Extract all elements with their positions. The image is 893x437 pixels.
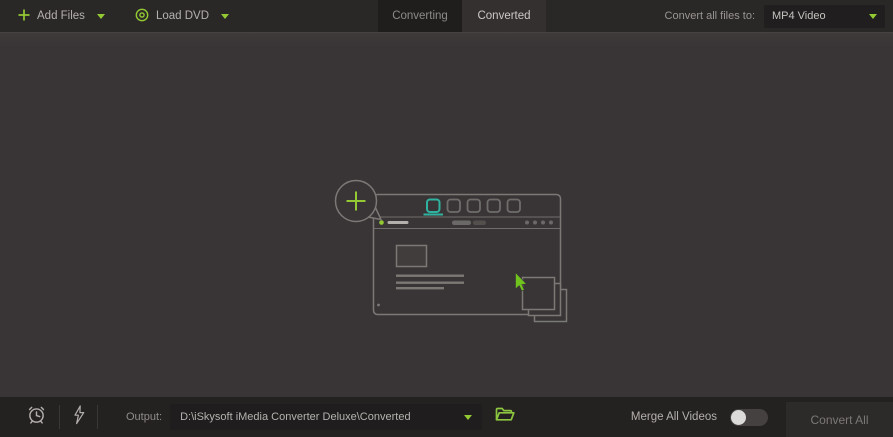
tab-converted[interactable]: Converted xyxy=(462,0,546,32)
queue-tabs: Converting Converted xyxy=(378,0,546,32)
top-toolbar: Add Files Load DVD Converting Converted … xyxy=(0,0,893,32)
plus-icon xyxy=(18,9,30,24)
lightning-icon xyxy=(72,405,85,430)
add-files-button[interactable]: Add Files xyxy=(18,9,85,24)
schedule-button[interactable] xyxy=(26,404,47,430)
load-dvd-button[interactable]: Load DVD xyxy=(135,8,209,25)
footer-right-group: Merge All Videos Convert All xyxy=(631,397,893,437)
bottom-bar: Output: D:\iSkysoft iMedia Converter Del… xyxy=(0,397,893,437)
footer-left-group: Output: D:\iSkysoft iMedia Converter Del… xyxy=(0,404,515,430)
output-path-select[interactable]: D:\iSkysoft iMedia Converter Deluxe\Conv… xyxy=(170,404,482,430)
add-files-caret-down-icon[interactable] xyxy=(97,14,105,19)
disc-icon xyxy=(135,8,149,25)
merge-all-videos-label: Merge All Videos xyxy=(631,411,717,423)
output-format-value: MP4 Video xyxy=(772,10,826,22)
high-speed-button[interactable] xyxy=(72,405,85,430)
toolbar-right-group: Convert all files to: MP4 Video xyxy=(665,0,885,32)
load-dvd-caret-down-icon[interactable] xyxy=(221,14,229,19)
output-caret-down-icon xyxy=(464,415,472,420)
drop-zone[interactable] xyxy=(0,32,893,397)
merge-toggle[interactable] xyxy=(730,409,768,426)
toggle-knob xyxy=(731,410,746,425)
app-window: Add Files Load DVD Converting Converted … xyxy=(0,0,893,437)
tab-converting[interactable]: Converting xyxy=(378,0,462,32)
toolbar-left-group: Add Files Load DVD xyxy=(18,0,229,32)
empty-state-illustration xyxy=(330,133,615,343)
output-path-value: D:\iSkysoft iMedia Converter Deluxe\Conv… xyxy=(180,411,410,423)
convert-all-button[interactable]: Convert All xyxy=(786,402,893,437)
open-output-folder-button[interactable] xyxy=(495,407,515,427)
window-with-add-cursor-illustration xyxy=(330,133,615,338)
footer-divider xyxy=(97,405,98,429)
alarm-clock-icon xyxy=(26,404,47,430)
load-dvd-label: Load DVD xyxy=(156,10,209,22)
output-label: Output: xyxy=(126,411,162,423)
footer-divider xyxy=(59,405,60,429)
open-folder-icon xyxy=(495,407,515,427)
output-format-select[interactable]: MP4 Video xyxy=(764,5,885,28)
format-caret-down-icon xyxy=(869,14,877,19)
add-files-label: Add Files xyxy=(37,10,85,22)
convert-all-files-to-label: Convert all files to: xyxy=(665,10,755,22)
